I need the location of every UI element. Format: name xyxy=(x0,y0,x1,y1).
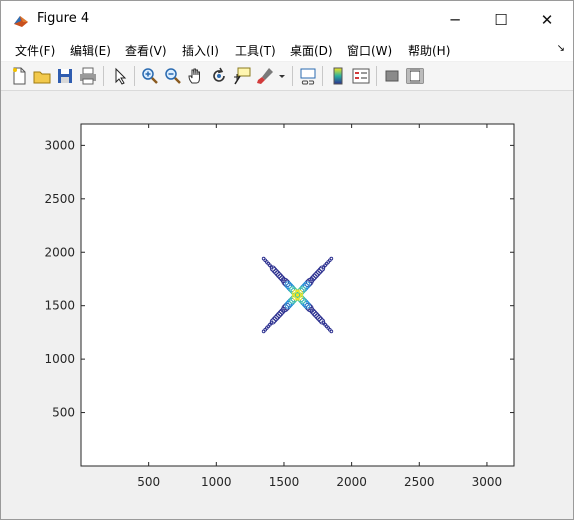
title-bar: Figure 4 ─ ☐ ✕ xyxy=(1,1,573,39)
figure-toolbar xyxy=(1,62,573,91)
data-cursor-icon[interactable] xyxy=(232,66,252,86)
minimize-icon: ─ xyxy=(450,11,460,29)
y-tick-label: 500 xyxy=(52,406,75,420)
hide-plot-tools-icon[interactable] xyxy=(382,66,402,86)
menu-tools[interactable]: 工具(T) xyxy=(235,42,276,59)
menu-view[interactable]: 查看(V) xyxy=(125,42,167,59)
scatter-plot[interactable]: 500 1000 1500 2000 2500 3000 500 1000 1500 2000 25… xyxy=(7,93,567,513)
menu-window[interactable]: 窗口(W) xyxy=(347,42,392,59)
toolbar-separator xyxy=(292,66,293,86)
maximize-button[interactable]: ☐ xyxy=(478,1,524,39)
zoom-out-icon[interactable] xyxy=(163,66,183,86)
menu-help[interactable]: 帮助(H) xyxy=(408,42,450,59)
matlab-app-icon xyxy=(14,16,28,27)
rotate-3d-icon[interactable] xyxy=(209,66,229,86)
menu-bar: 文件(F) 编辑(E) 查看(V) 插入(I) 工具(T) 桌面(D) 窗口(W… xyxy=(1,39,573,61)
x-tick-label: 2000 xyxy=(336,475,367,489)
x-tick-label: 2500 xyxy=(404,475,435,489)
menu-edit[interactable]: 编辑(E) xyxy=(70,42,111,59)
new-figure-icon[interactable] xyxy=(9,66,29,86)
brush-dropdown-icon[interactable] xyxy=(277,66,287,86)
open-file-icon[interactable] xyxy=(32,66,52,86)
save-icon[interactable] xyxy=(55,66,75,86)
toolbar-separator xyxy=(376,66,377,86)
menu-overflow-icon[interactable]: ↘ xyxy=(557,43,565,54)
figure-window: Figure 4 ─ ☐ ✕ 文件(F) 编辑(E) 查看(V) 插入(I) 工… xyxy=(0,0,574,520)
print-icon[interactable] xyxy=(78,66,98,86)
window-title: Figure 4 xyxy=(37,11,90,26)
colorbar-icon[interactable] xyxy=(328,66,348,86)
minimize-button[interactable]: ─ xyxy=(432,1,478,39)
link-plot-icon[interactable] xyxy=(298,66,318,86)
data-point-center xyxy=(294,292,301,298)
toolbar-separator xyxy=(322,66,323,86)
pan-hand-icon[interactable] xyxy=(186,66,206,86)
y-tick-label: 2500 xyxy=(44,192,75,206)
y-tick-label: 3000 xyxy=(44,138,75,152)
brush-icon[interactable] xyxy=(255,66,275,86)
close-icon: ✕ xyxy=(540,11,554,29)
menu-desktop[interactable]: 桌面(D) xyxy=(290,42,333,59)
y-tick-label: 2000 xyxy=(44,245,75,259)
y-tick-label: 1000 xyxy=(44,352,75,366)
figure-canvas: 500 1000 1500 2000 2500 3000 500 1000 1500 2000 25… xyxy=(7,93,567,513)
x-tick-label: 500 xyxy=(137,475,160,489)
show-plot-tools-icon[interactable] xyxy=(405,66,425,86)
x-tick-label: 3000 xyxy=(472,475,503,489)
maximize-icon: ☐ xyxy=(494,11,508,29)
toolbar-separator xyxy=(103,66,104,86)
zoom-in-icon[interactable] xyxy=(140,66,160,86)
y-tick-label: 1500 xyxy=(44,299,75,313)
x-tick-label: 1000 xyxy=(201,475,232,489)
close-button[interactable]: ✕ xyxy=(524,1,570,39)
x-tick-label: 1500 xyxy=(269,475,300,489)
edit-plot-arrow-icon[interactable] xyxy=(110,66,130,86)
legend-icon[interactable] xyxy=(351,66,371,86)
toolbar-separator xyxy=(134,66,135,86)
menu-file[interactable]: 文件(F) xyxy=(15,42,55,59)
menu-insert[interactable]: 插入(I) xyxy=(182,42,219,59)
